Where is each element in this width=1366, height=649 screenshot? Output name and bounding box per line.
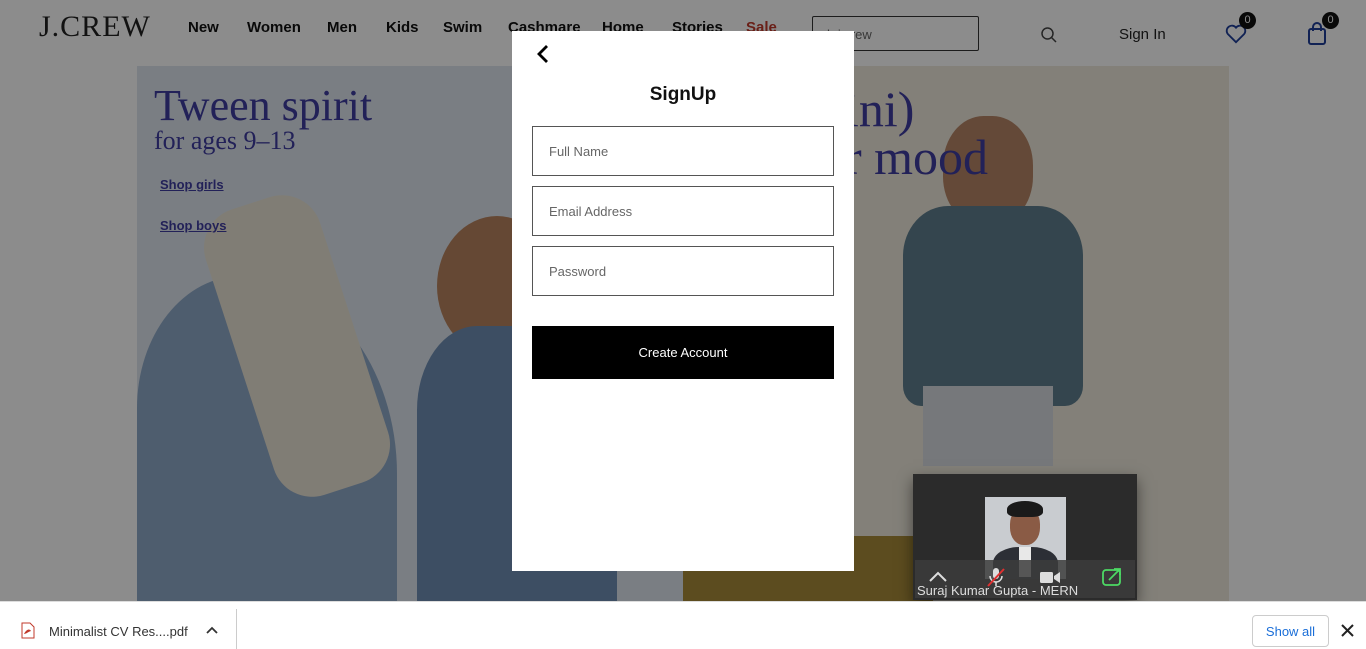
- participant-name: Suraj Kumar Gupta - MERN: [917, 583, 1079, 598]
- signup-title: SignUp: [649, 84, 717, 105]
- back-arrow-icon[interactable]: [534, 43, 554, 65]
- download-divider: [236, 609, 237, 649]
- chevron-up-icon[interactable]: [206, 625, 218, 635]
- show-all-button[interactable]: Show all: [1252, 615, 1329, 647]
- close-icon[interactable]: [1341, 624, 1354, 637]
- download-file-name[interactable]: Minimalist CV Res....pdf: [49, 624, 188, 639]
- download-bar: Minimalist CV Res....pdf Show all: [0, 601, 1366, 649]
- password-field[interactable]: [532, 246, 834, 296]
- create-account-button[interactable]: Create Account: [532, 326, 834, 379]
- pdf-file-icon: [21, 622, 35, 639]
- full-name-field[interactable]: [532, 126, 834, 176]
- signup-modal: SignUp Create Account: [512, 31, 854, 571]
- email-field[interactable]: [532, 186, 834, 236]
- share-screen-icon[interactable]: [1101, 566, 1123, 588]
- video-call-window[interactable]: Suraj Kumar Gupta - MERN: [913, 474, 1137, 600]
